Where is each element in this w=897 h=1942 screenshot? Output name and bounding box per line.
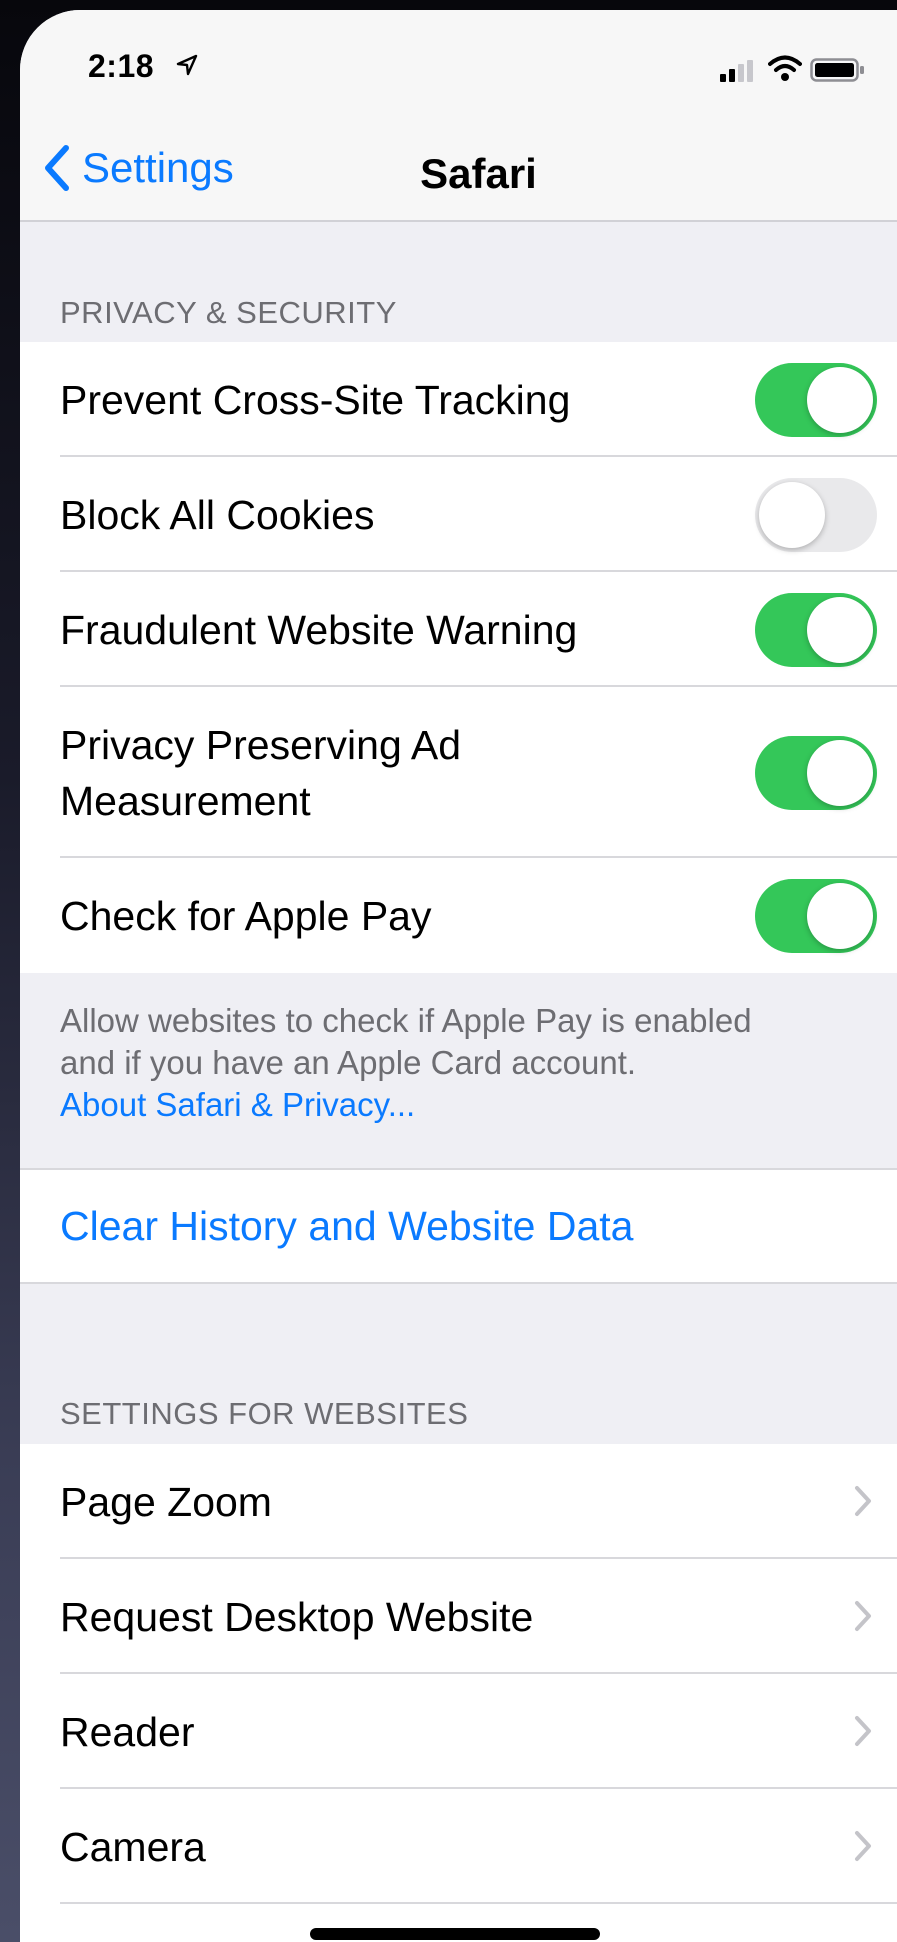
status-time: 2:18 [88, 48, 155, 84]
toggle-knob [807, 883, 873, 949]
row-separator [60, 1902, 897, 1904]
page-title: Safari [420, 150, 537, 197]
screen: 2:18 Settings Safari PRIVACY & SECURITY … [20, 10, 897, 1942]
about-safari-privacy-link[interactable]: About Safari & Privacy... [60, 1084, 880, 1126]
toggle-knob [807, 367, 873, 433]
wifi-icon [768, 55, 802, 81]
battery-icon [810, 58, 864, 82]
row-fraudulent-website-warning: Fraudulent Website Warning [20, 572, 897, 687]
toggle-knob [807, 597, 873, 663]
row-label: Page Zoom [60, 1478, 272, 1525]
row-label: Check for Apple Pay [60, 892, 432, 939]
privacy-preserving-ad-measurement-toggle[interactable] [755, 736, 877, 810]
row-prevent-cross-site-tracking: Prevent Cross-Site Tracking [20, 342, 897, 457]
section-header-privacy: PRIVACY & SECURITY [60, 295, 397, 330]
row-label-line2: Measurement [60, 777, 311, 824]
block-all-cookies-toggle[interactable] [755, 478, 877, 552]
chevron-right-icon [855, 1716, 871, 1746]
row-label: Camera [60, 1823, 206, 1870]
clear-history-button[interactable]: Clear History and Website Data [20, 1170, 897, 1282]
row-label: Privacy Preserving Ad Measurement [20, 717, 461, 829]
chevron-right-icon [855, 1486, 871, 1516]
row-label: Prevent Cross-Site Tracking [60, 376, 571, 423]
row-request-desktop-website[interactable]: Request Desktop Website [20, 1559, 897, 1674]
row-label: Request Desktop Website [60, 1593, 534, 1640]
section-header-websites: SETTINGS FOR WEBSITES [60, 1396, 469, 1431]
fraudulent-website-warning-toggle[interactable] [755, 593, 877, 667]
toggle-knob [807, 740, 873, 806]
check-for-apple-pay-toggle[interactable] [755, 879, 877, 953]
status-bar: 2:18 [20, 10, 897, 120]
chevron-right-icon [855, 1831, 871, 1861]
privacy-settings-group: Prevent Cross-Site Tracking Block All Co… [20, 342, 897, 973]
cellular-signal-icon [720, 60, 753, 82]
toggle-knob [759, 482, 825, 548]
website-settings-group: Page Zoom Request Desktop Website Reader… [20, 1444, 897, 1942]
navigation-bar: Settings Safari [20, 120, 897, 222]
home-indicator[interactable] [310, 1928, 600, 1940]
row-label: Block All Cookies [60, 491, 375, 538]
row-privacy-preserving-ad-measurement: Privacy Preserving Ad Measurement [20, 687, 897, 858]
row-camera[interactable]: Camera [20, 1789, 897, 1904]
location-arrow-icon [176, 54, 198, 76]
clear-history-label: Clear History and Website Data [60, 1203, 634, 1249]
row-block-all-cookies: Block All Cookies [20, 457, 897, 572]
prevent-cross-site-tracking-toggle[interactable] [755, 363, 877, 437]
footer-line: and if you have an Apple Card account. [60, 1044, 637, 1081]
row-label: Fraudulent Website Warning [60, 606, 578, 653]
row-label: Reader [60, 1708, 195, 1755]
chevron-right-icon [855, 1601, 871, 1631]
privacy-footer: Allow websites to check if Apple Pay is … [60, 1000, 880, 1126]
row-page-zoom[interactable]: Page Zoom [20, 1444, 897, 1559]
row-reader[interactable]: Reader [20, 1674, 897, 1789]
footer-line: Allow websites to check if Apple Pay is … [60, 1002, 752, 1039]
clear-history-group: Clear History and Website Data [20, 1168, 897, 1284]
row-check-for-apple-pay: Check for Apple Pay [20, 858, 897, 973]
row-label-line1: Privacy Preserving Ad [60, 721, 462, 768]
